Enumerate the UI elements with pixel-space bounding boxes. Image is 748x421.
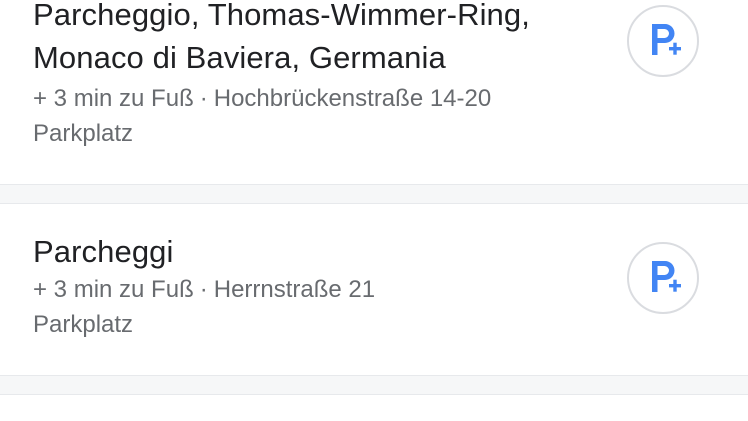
walk-time: + 3 min zu Fuß xyxy=(33,85,194,112)
result-type: Parkplatz xyxy=(33,120,134,147)
result-card-herrnstrasse[interactable]: Parcheggi + 3 min zu Fuß · Herrnstraße 21 … xyxy=(0,204,748,375)
result-title-line: Parcheggio, Thomas-Wimmer-Ring, xyxy=(33,0,530,32)
add-parking-button[interactable] xyxy=(627,242,699,314)
separator-dot: · xyxy=(199,85,208,112)
walk-time: + 3 min zu Fuß xyxy=(33,276,194,303)
parking-plus-icon xyxy=(652,24,681,55)
section-divider xyxy=(0,375,748,395)
result-card-next[interactable] xyxy=(0,395,748,421)
result-address: Hochbrückenstraße 14-20 xyxy=(213,85,492,112)
result-walk-info: + 3 min zu Fuß · Herrnstraße 21 xyxy=(33,272,375,307)
add-parking-button[interactable] xyxy=(627,5,699,77)
result-title-line: Parcheggi xyxy=(33,234,174,269)
result-title: Parcheggi xyxy=(33,230,618,273)
result-type: Parkplatz xyxy=(33,311,134,338)
section-divider xyxy=(0,184,748,204)
result-title: Parcheggio, Thomas-Wimmer-Ring, Monaco d… xyxy=(33,0,618,79)
result-title-line: Monaco di Baviera, Germania xyxy=(33,40,446,75)
parking-plus-icon xyxy=(652,261,681,292)
separator-dot: · xyxy=(199,276,208,303)
result-card-thomas-wimmer-ring[interactable]: Parcheggio, Thomas-Wimmer-Ring, Monaco d… xyxy=(0,0,748,184)
result-address: Herrnstraße 21 xyxy=(213,276,376,303)
result-walk-info: + 3 min zu Fuß · Hochbrückenstraße 14-20 xyxy=(33,81,491,116)
parking-results-list: Parcheggio, Thomas-Wimmer-Ring, Monaco d… xyxy=(0,0,748,421)
